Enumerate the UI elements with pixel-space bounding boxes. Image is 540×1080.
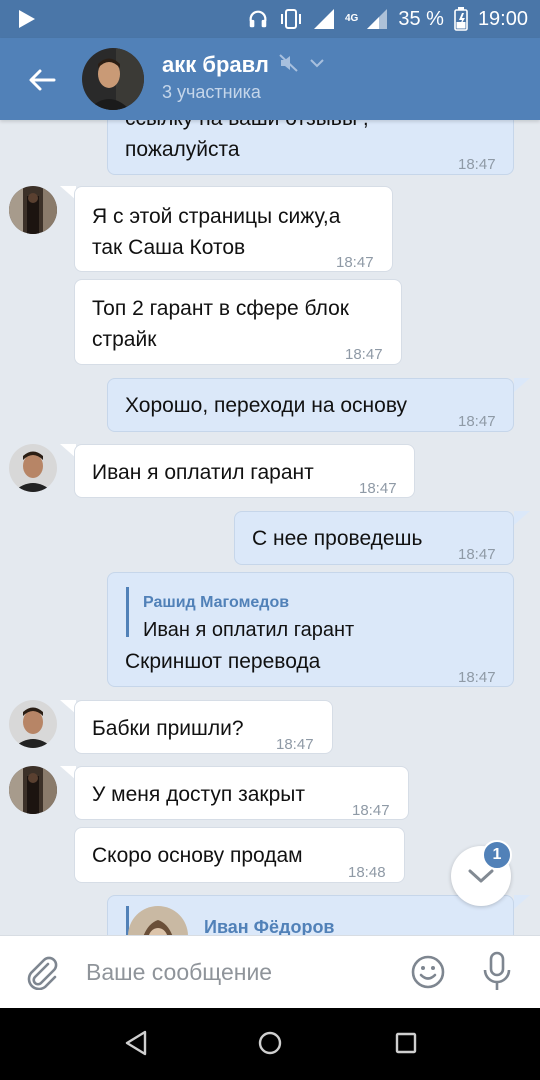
chat-title[interactable]: акк бравл — [162, 52, 269, 78]
message-time: 18:47 — [458, 413, 496, 430]
message-text: Скриншот перевода — [125, 650, 321, 673]
message-incoming[interactable]: У меня доступ закрыт 18:47 — [74, 766, 409, 820]
message-time: 18:47 — [336, 254, 374, 271]
message-text: Иван я оплатил гарант — [92, 461, 314, 484]
headphones-icon — [247, 8, 269, 30]
signal-icon-2 — [366, 8, 388, 30]
message-incoming[interactable]: Бабки пришли? 18:47 — [74, 700, 333, 754]
unread-count-badge: 1 — [482, 840, 512, 870]
message-text: так Саша Котов — [92, 236, 246, 259]
message-time: 18:47 — [458, 669, 496, 686]
message-list[interactable]: ссылку на ваши отзывы , пожалуйста 18:47… — [0, 120, 540, 935]
message-composer — [0, 935, 540, 1008]
message-outgoing-reply[interactable]: Иван Фёдоров — [107, 895, 514, 935]
arrow-left-icon — [29, 69, 56, 91]
message-text: пожалуйста — [125, 138, 240, 161]
triangle-back-icon — [125, 1030, 147, 1056]
network-type: 4G — [345, 13, 359, 24]
message-outgoing-reply[interactable]: Рашид Магомедов Иван я оплатил гарант Ск… — [107, 572, 514, 687]
message-input[interactable] — [86, 954, 386, 990]
message-outgoing[interactable]: ссылку на ваши отзывы , пожалуйста 18:47 — [107, 120, 514, 175]
battery-percent: 35 % — [398, 7, 444, 30]
message-time: 18:47 — [345, 346, 383, 363]
chat-header: акк бравл 3 участника — [0, 38, 540, 120]
message-text: Скоро основу продам — [92, 844, 303, 867]
sender-avatar[interactable] — [9, 766, 57, 814]
system-nav-bar — [0, 1008, 540, 1080]
voice-record-button[interactable] — [482, 951, 512, 998]
message-outgoing[interactable]: С нее проведешь 18:47 — [234, 511, 514, 565]
bubble-tail — [514, 511, 530, 525]
reply-quote-bar — [126, 587, 129, 637]
reply-author[interactable]: Иван Фёдоров — [204, 912, 335, 935]
square-recents-icon — [395, 1032, 417, 1054]
reply-author[interactable]: Рашид Магомедов — [143, 587, 289, 618]
vibrate-icon — [279, 8, 303, 30]
clock: 19:00 — [477, 7, 528, 30]
message-text: Топ 2 гарант в сфере блок — [92, 297, 349, 320]
microphone-icon — [483, 951, 511, 990]
message-time: 18:47 — [352, 802, 390, 819]
back-button[interactable] — [22, 60, 62, 100]
sender-avatar[interactable] — [9, 700, 57, 748]
circle-home-icon — [258, 1031, 282, 1055]
message-time: 18:48 — [348, 864, 386, 881]
message-text: Бабки пришли? — [92, 717, 244, 740]
chat-subtitle: 3 участника — [162, 82, 261, 102]
muted-speaker-icon — [279, 53, 299, 78]
message-time: 18:47 — [276, 736, 314, 753]
paperclip-icon — [27, 956, 58, 991]
battery-icon — [454, 7, 468, 31]
status-bar: 4G 35 % 19:00 — [0, 0, 540, 38]
nav-recents-button[interactable] — [394, 1030, 418, 1061]
message-text: страйк — [92, 328, 157, 351]
message-outgoing[interactable]: Хорошо, переходи на основу 18:47 — [107, 378, 514, 432]
message-text: С нее проведешь — [252, 527, 423, 550]
message-incoming[interactable]: Я с этой страницы сижу,а так Саша Котов … — [74, 186, 393, 272]
message-incoming[interactable]: Топ 2 гарант в сфере блок страйк 18:47 — [74, 279, 402, 365]
signal-icon — [313, 8, 335, 30]
message-text: Хорошо, переходи на основу — [125, 394, 408, 417]
chevron-down-icon[interactable] — [309, 56, 325, 74]
bubble-tail — [514, 378, 530, 392]
message-text: У меня доступ закрыт — [92, 783, 305, 806]
attach-button[interactable] — [24, 954, 60, 995]
nav-back-button[interactable] — [124, 1030, 148, 1061]
sender-avatar[interactable] — [9, 444, 57, 492]
message-text: ссылку на ваши отзывы , — [125, 120, 369, 134]
play-icon — [18, 9, 36, 34]
message-text: Я с этой страницы сижу,а — [92, 205, 341, 228]
reply-avatar — [128, 906, 188, 935]
smile-icon — [411, 955, 445, 989]
message-time: 18:47 — [458, 546, 496, 563]
chevron-down-icon — [468, 869, 494, 883]
message-incoming[interactable]: Скоро основу продам 18:48 — [74, 827, 405, 883]
reply-text: Иван я оплатил гарант — [143, 619, 355, 641]
emoji-button[interactable] — [410, 954, 446, 995]
message-incoming[interactable]: Иван я оплатил гарант 18:47 — [74, 444, 415, 498]
nav-home-button[interactable] — [257, 1030, 283, 1061]
sender-avatar[interactable] — [9, 186, 57, 234]
bubble-tail — [514, 895, 530, 909]
chat-avatar[interactable] — [82, 48, 144, 110]
message-time: 18:47 — [359, 480, 397, 497]
message-time: 18:47 — [458, 156, 496, 173]
